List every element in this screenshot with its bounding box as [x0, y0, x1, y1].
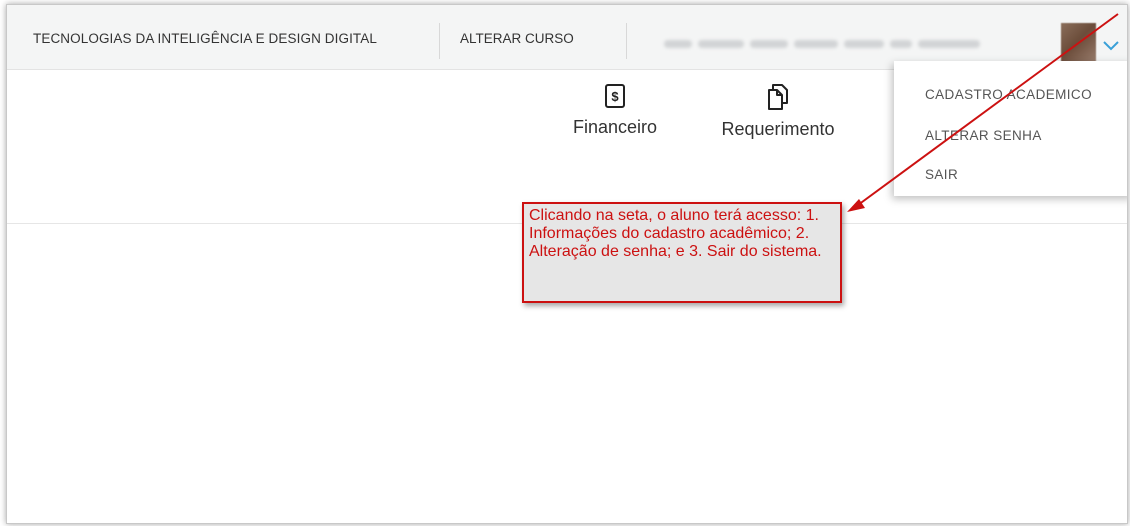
- divider: [439, 23, 440, 59]
- avatar[interactable]: [1061, 23, 1096, 65]
- menu-item-sair[interactable]: SAIR: [925, 167, 958, 182]
- svg-text:$: $: [611, 89, 619, 104]
- menu-item-cadastro-academico[interactable]: CADASTRO ACADEMICO: [925, 87, 1092, 102]
- user-dropdown-menu: CADASTRO ACADEMICO ALTERAR SENHA SAIR: [894, 61, 1127, 196]
- requerimento-label: Requerimento: [721, 119, 835, 139]
- chevron-down-icon[interactable]: [1100, 35, 1122, 57]
- menu-item-alterar-senha[interactable]: ALTERAR SENHA: [925, 128, 1042, 143]
- divider: [626, 23, 627, 59]
- documents-icon: [707, 83, 849, 111]
- annotation-callout: Clicando na seta, o aluno terá acesso: 1…: [522, 202, 842, 303]
- requerimento-button[interactable]: Requerimento: [707, 83, 849, 140]
- user-name-blurred: [664, 35, 1039, 48]
- change-course-button[interactable]: ALTERAR CURSO: [460, 5, 574, 69]
- dollar-document-icon: $: [559, 83, 671, 109]
- financeiro-label: Financeiro: [572, 117, 658, 137]
- course-name: TECNOLOGIAS DA INTELIGÊNCIA E DESIGN DIG…: [33, 31, 377, 46]
- financeiro-button[interactable]: $ Financeiro: [559, 83, 671, 138]
